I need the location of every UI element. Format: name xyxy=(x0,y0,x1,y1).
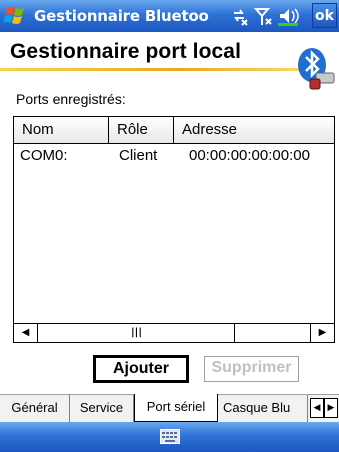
scroll-left-button[interactable]: ◀ xyxy=(14,324,38,342)
menu-bar xyxy=(0,422,339,452)
ports-label: Ports enregistrés: xyxy=(16,91,126,107)
window-title: Gestionnaire Bluetoo xyxy=(34,7,209,25)
cell-nom: COM0: xyxy=(20,147,68,164)
signal-icon xyxy=(253,8,272,25)
tab-bar: Général Service Port sériel Casque Blu ◀… xyxy=(0,394,339,422)
start-flag-icon[interactable] xyxy=(4,4,28,28)
tab-scroll-left-icon[interactable]: ◀ xyxy=(310,398,324,418)
column-header-adresse[interactable]: Adresse xyxy=(174,117,334,144)
scroll-right-button[interactable]: ▶ xyxy=(310,324,334,342)
delete-button: Supprimer xyxy=(204,356,299,382)
column-header-nom[interactable]: Nom xyxy=(14,117,109,144)
bluetooth-port-icon xyxy=(298,48,335,90)
ports-list[interactable]: Nom Rôle Adresse COM0: Client 00:00:00:0… xyxy=(13,116,335,343)
ok-button[interactable]: ok xyxy=(312,3,337,28)
cell-adresse: 00:00:00:00:00:00 xyxy=(189,147,310,164)
connectivity-icon xyxy=(234,9,248,26)
column-header-role[interactable]: Rôle xyxy=(109,117,174,144)
keyboard-icon[interactable] xyxy=(160,429,180,444)
tab-general[interactable]: Général xyxy=(0,395,70,422)
scroll-thumb[interactable]: ||| xyxy=(39,324,235,342)
tab-scroll-right-icon[interactable]: ▶ xyxy=(324,398,338,418)
horizontal-scrollbar[interactable]: ◀ ||| ▶ xyxy=(14,323,334,342)
table-row[interactable]: COM0: Client 00:00:00:00:00:00 xyxy=(14,147,334,169)
volume-icon xyxy=(278,8,299,26)
cell-role: Client xyxy=(119,147,158,164)
list-header: Nom Rôle Adresse xyxy=(14,117,334,144)
tab-service[interactable]: Service xyxy=(70,395,134,422)
page-title: Gestionnaire port local xyxy=(10,40,242,63)
add-button[interactable]: Ajouter xyxy=(94,356,188,382)
title-bar: Gestionnaire Bluetoo ok xyxy=(0,0,339,32)
tab-port-seriel[interactable]: Port sériel xyxy=(134,394,218,422)
header-divider xyxy=(0,68,300,71)
status-icons[interactable] xyxy=(230,5,308,27)
tab-casque[interactable]: Casque Blu xyxy=(218,395,308,422)
